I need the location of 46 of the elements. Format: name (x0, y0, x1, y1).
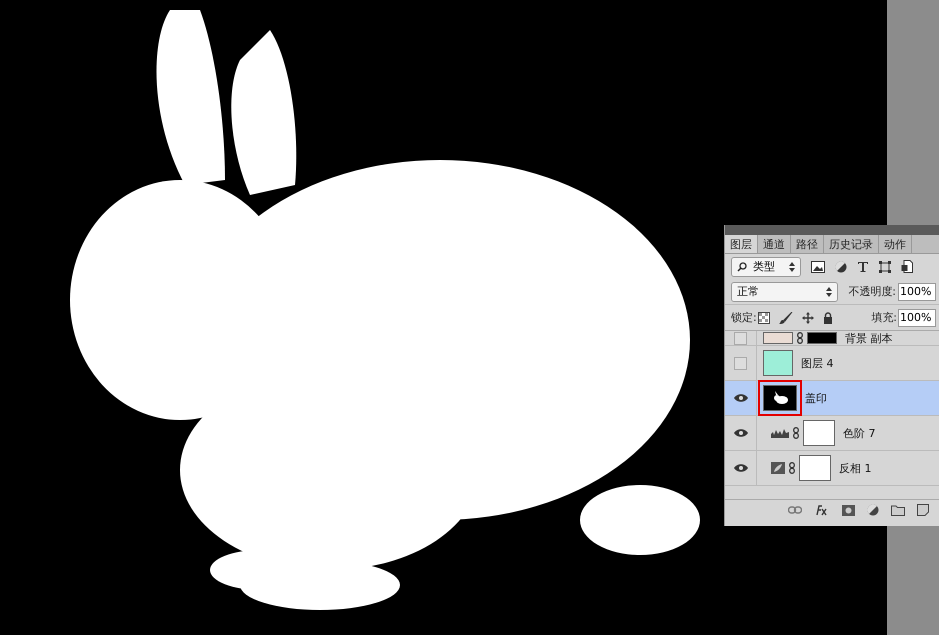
move-icon[interactable] (802, 312, 814, 324)
half-circle-icon[interactable] (867, 504, 879, 516)
lock-icon[interactable] (822, 312, 833, 324)
brush-icon[interactable] (778, 312, 793, 324)
layer-name: 色阶 7 (843, 426, 876, 440)
search-icon (737, 262, 747, 272)
blend-mode-dropdown[interactable]: 正常 (731, 282, 838, 302)
layer-row[interactable]: 盖印 (725, 381, 939, 416)
image-icon[interactable] (811, 260, 825, 272)
mask-thumbnail (803, 420, 835, 446)
chain-link-icon (793, 427, 799, 439)
layer-name: 背景 副本 (845, 331, 892, 346)
updown-arrow-icon (826, 286, 832, 296)
eye-icon[interactable] (734, 429, 748, 437)
histogram-icon (771, 428, 789, 438)
layer-name: 图层 4 (801, 356, 834, 370)
eye-icon[interactable] (734, 464, 748, 472)
checkerboard-icon[interactable] (758, 312, 770, 324)
opacity-field[interactable]: 100% (898, 282, 936, 300)
new-layer-icon[interactable] (917, 504, 929, 516)
link-icon[interactable] (788, 506, 802, 514)
fill-field[interactable]: 100% (898, 308, 936, 326)
layer-name: 盖印 (805, 390, 827, 406)
mask-icon[interactable] (842, 504, 855, 516)
panel-tab[interactable]: 图层 (725, 235, 758, 253)
chain-link-icon (797, 332, 803, 344)
text-icon[interactable] (857, 260, 869, 272)
layer-row[interactable]: 色阶 7 (725, 416, 939, 451)
updown-arrow-icon (789, 262, 795, 272)
layer-thumbnail (763, 332, 793, 344)
mask-thumbnail (807, 332, 837, 344)
layer-row[interactable]: 反相 1 (725, 451, 939, 486)
mask-thumbnail (799, 455, 831, 481)
eye-icon[interactable] (734, 394, 748, 402)
smart-object-icon[interactable] (901, 260, 913, 273)
folder-icon[interactable] (891, 504, 905, 516)
lock-label: 锁定: (731, 310, 757, 325)
layer-row[interactable]: 背景 副本 (725, 331, 939, 346)
chain-link-icon (789, 462, 795, 474)
transform-icon[interactable] (879, 260, 891, 272)
filter-dropdown[interactable]: 类型 (731, 256, 801, 276)
opacity-label: 不透明度: (848, 284, 896, 299)
invert-icon (771, 462, 785, 474)
layer-name: 反相 1 (839, 460, 872, 476)
fill-label: 填充: (871, 310, 897, 325)
half-circle-icon[interactable] (835, 260, 847, 272)
